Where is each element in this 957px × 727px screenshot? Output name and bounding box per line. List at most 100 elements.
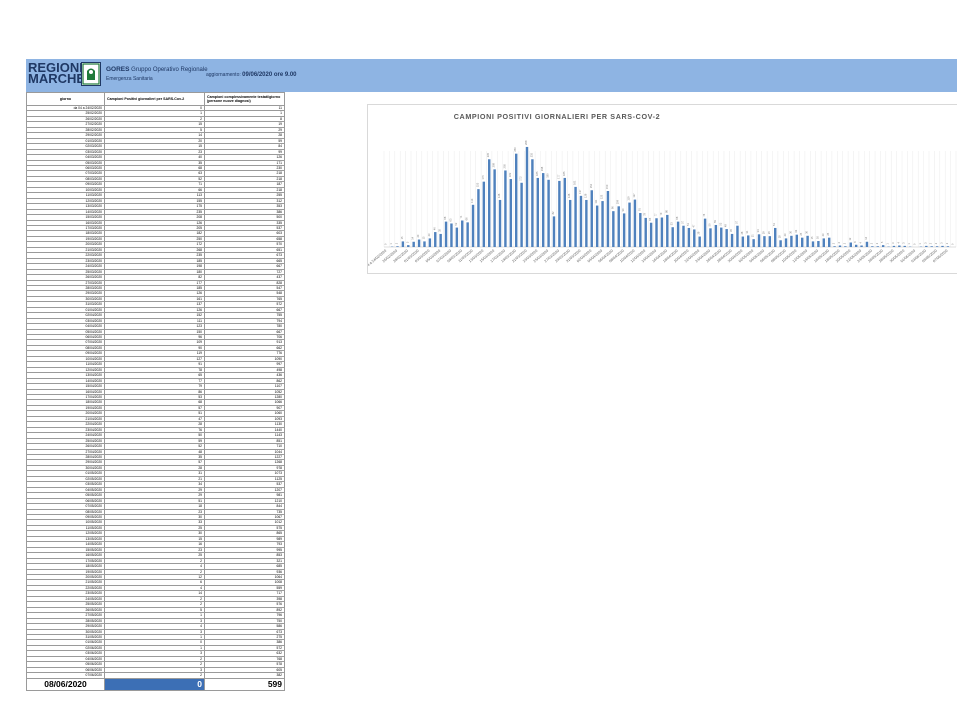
chart-bar xyxy=(736,225,739,247)
chart-bar xyxy=(687,227,691,247)
chart-bar xyxy=(552,216,556,247)
region-emblem-icon xyxy=(81,62,101,86)
chart-bar xyxy=(725,229,728,247)
chart-bar xyxy=(698,236,701,247)
chart-bar xyxy=(477,189,480,247)
chart-data-label: 127 xyxy=(632,193,636,198)
chart-data-label: 53 xyxy=(670,222,674,225)
region-logo-text: REGIONE MARCHE xyxy=(28,61,88,85)
positives-bar-chart: CAMPIONI POSITIVI GIORNALIERI PER SARS-C… xyxy=(367,104,957,274)
chart-bar xyxy=(752,239,755,247)
chart-data-label: 76 xyxy=(702,213,706,216)
chart-data-label: 23 xyxy=(783,233,787,236)
chart-data-label: 3 xyxy=(940,242,944,244)
chart-data-label: 2 xyxy=(842,242,846,244)
chart-data-label: 198 xyxy=(540,166,544,171)
table-body: da 04 a 24/02/2020 0 11 25/02/2020 1 1 26/02/2… xyxy=(26,104,285,679)
chart-data-label: 23 xyxy=(427,233,431,236)
chart-bar xyxy=(590,190,593,247)
chart-bar xyxy=(606,191,610,247)
chart-bar xyxy=(412,241,415,247)
chart-bar xyxy=(660,217,664,247)
chart-bar xyxy=(763,236,766,247)
chart-bar xyxy=(401,241,405,247)
chart-data-label: 161 xyxy=(573,180,577,185)
chart-data-label: 4 xyxy=(859,242,863,244)
chart-data-label: 5 xyxy=(880,241,884,243)
chart-data-label: 78 xyxy=(643,212,647,215)
chart-bar xyxy=(417,239,421,247)
chart-bar xyxy=(439,233,442,247)
chart-bar xyxy=(768,236,772,247)
chart-bar xyxy=(396,246,399,247)
chart-bar xyxy=(617,206,620,247)
chart-data-label: 2 xyxy=(934,242,938,244)
chart-data-label: 29 xyxy=(761,231,765,234)
chart-data-label: 1 xyxy=(918,243,922,245)
chart-bar xyxy=(714,224,718,247)
daily-data-table: giorno Campioni Positivi giornalieri per… xyxy=(26,92,285,691)
chart-plot: 0 1 21551420152340356863527166113155175235… xyxy=(368,140,957,272)
chart-bar xyxy=(547,179,550,247)
chart-bar xyxy=(541,173,545,247)
chart-data-label: 0 xyxy=(913,243,917,245)
chart-data-label: 40 xyxy=(432,227,436,230)
chart-bar xyxy=(703,218,707,247)
chart-data-label: 86 xyxy=(664,209,668,212)
chart-data-label: 35 xyxy=(438,228,442,231)
chart-data-label: 57 xyxy=(680,220,684,223)
chart-bar xyxy=(622,213,626,247)
chart-data-label: 28 xyxy=(740,231,744,234)
chart-data-label: 150 xyxy=(605,184,609,189)
chart-bar xyxy=(860,245,863,247)
chart-bar xyxy=(531,159,534,247)
col-header-date: giorno xyxy=(26,92,105,106)
chart-data-label: 2 xyxy=(875,242,879,244)
chart-data-label: 1 xyxy=(389,243,393,245)
update-label: aggiornamento: xyxy=(206,72,241,78)
chart-data-label: 113 xyxy=(470,198,474,203)
chart-data-label: 18 xyxy=(778,235,782,238)
chart-data-label: 2 xyxy=(869,242,873,244)
chart-data-label: 59 xyxy=(713,220,717,223)
total-date: 08/06/2020 xyxy=(26,677,105,691)
header-bar: REGIONE MARCHE GORES Gruppo Operativo Re… xyxy=(26,59,957,92)
chart-bar xyxy=(639,213,642,247)
chart-bar xyxy=(423,241,426,247)
chart-data-label: 51 xyxy=(772,223,776,226)
chart-bar xyxy=(806,235,809,247)
chart-data-label: 205 xyxy=(502,164,506,169)
chart-data-label: 35 xyxy=(729,228,733,231)
chart-bar xyxy=(498,199,502,247)
chart-data-label: 2 xyxy=(394,242,398,244)
chart-bar xyxy=(471,204,475,247)
chart-bar xyxy=(827,237,831,247)
chart-data-label: 71 xyxy=(459,215,463,218)
org-long: Gruppo Operativo Regionale xyxy=(131,67,208,73)
chart-data-label: 63 xyxy=(448,218,452,221)
chart-bar xyxy=(536,177,540,247)
chart-data-label: 34 xyxy=(756,229,760,232)
chart-data-label: 79 xyxy=(659,212,663,215)
chart-data-label: 111 xyxy=(594,199,598,203)
chart-data-label: 47 xyxy=(691,224,695,227)
chart-data-label: 0 xyxy=(384,243,388,245)
chart-bar xyxy=(935,246,939,247)
chart-bar xyxy=(633,199,637,247)
chart-bar xyxy=(844,246,847,247)
chart-bar xyxy=(892,245,896,247)
table-total-row: 08/06/2020 0 599 xyxy=(26,677,285,691)
total-tested: 599 xyxy=(204,677,285,691)
chart-data-label: 20 xyxy=(416,234,420,237)
chart-bar xyxy=(568,199,572,247)
chart-data-label: 33 xyxy=(794,229,798,232)
chart-bar xyxy=(747,235,750,247)
total-positives: 0 xyxy=(104,677,205,691)
chart-data-label: 66 xyxy=(465,217,469,220)
chart-bar xyxy=(525,146,529,247)
chart-bar xyxy=(585,199,588,247)
chart-data-label: 96 xyxy=(610,206,614,209)
chart-data-label: 12 xyxy=(848,237,852,240)
chart-bar xyxy=(493,169,496,247)
chart-bar xyxy=(644,217,647,247)
